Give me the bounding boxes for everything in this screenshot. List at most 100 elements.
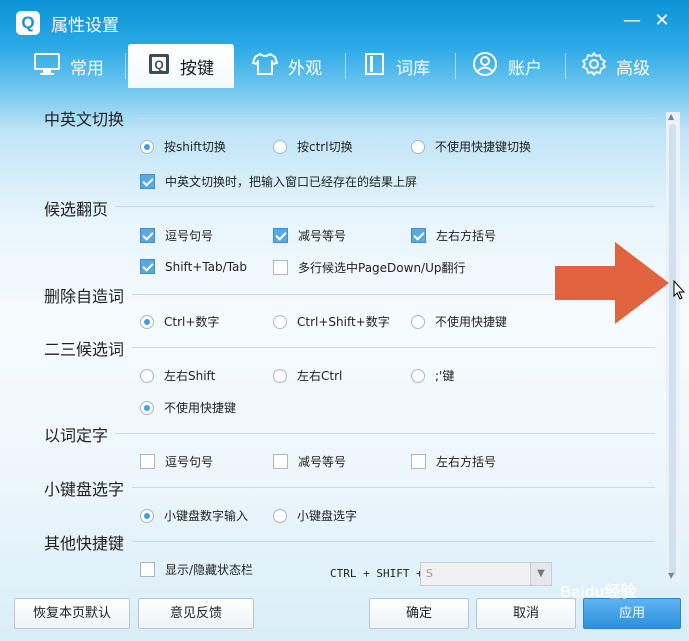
section-title-paging: 候选翻页 xyxy=(44,200,109,219)
section-title-switch: 中英文切换 xyxy=(44,110,125,129)
title-bar: Q 属性设置 — ✕ xyxy=(0,0,689,44)
tab-divider xyxy=(455,53,456,79)
settings-window: Q 属性设置 — ✕ 常用 Q 按键 外观 词库 账户 高级 中英文切换 按sh… xyxy=(0,0,689,641)
checkbox-indicator xyxy=(140,454,155,469)
tab-general[interactable]: 常用 xyxy=(34,44,124,88)
section-title-other: 其他快捷键 xyxy=(44,534,125,553)
checkbox-commit-on-switch[interactable]: 中英文切换时，把输入窗口已经存在的结果上屏 xyxy=(140,173,417,190)
checkbox-indicator xyxy=(411,454,426,469)
section-divider xyxy=(115,206,655,207)
section-divider xyxy=(140,118,655,119)
tab-label: 按键 xyxy=(180,58,214,79)
radio-keypad-select[interactable]: 小键盘选字 xyxy=(273,507,357,524)
app-logo-icon: Q xyxy=(16,11,40,35)
user-icon xyxy=(472,51,498,82)
tab-advanced[interactable]: 高级 xyxy=(582,44,672,88)
scrollbar-thumb[interactable] xyxy=(669,124,676,576)
keyboard-q-icon: Q xyxy=(148,53,170,80)
section-title-keypad: 小键盘选字 xyxy=(44,480,125,499)
checkbox-wordchar-comma[interactable]: 逗号句号 xyxy=(140,453,213,470)
radio-indicator xyxy=(140,139,154,154)
svg-text:Q: Q xyxy=(154,58,163,72)
mouse-cursor-icon xyxy=(673,279,686,304)
tab-divider xyxy=(565,53,566,79)
radio-indicator xyxy=(140,400,154,415)
vertical-scrollbar[interactable]: ▲ ▼ xyxy=(666,112,680,582)
gear-icon xyxy=(582,51,606,81)
radio-delete-none[interactable]: 不使用快捷键 xyxy=(411,313,507,330)
checkbox-indicator xyxy=(140,228,155,243)
tab-divider xyxy=(345,53,346,79)
checkbox-toggle-statusbar[interactable]: 显示/隐藏状态栏 xyxy=(140,561,253,578)
checkbox-paging-pagedown[interactable]: 多行候选中PageDown/Up翻行 xyxy=(273,259,466,276)
radio-indicator xyxy=(411,314,425,329)
tab-label: 常用 xyxy=(70,58,104,79)
tab-label: 高级 xyxy=(616,58,650,79)
book-icon xyxy=(364,52,386,81)
checkbox-indicator xyxy=(273,260,288,275)
checkbox-paging-minus[interactable]: 减号等号 xyxy=(273,227,346,244)
minimize-icon: — xyxy=(623,10,641,31)
apply-button[interactable]: 应用 xyxy=(583,598,681,629)
radio-keypad-number[interactable]: 小键盘数字输入 xyxy=(140,507,248,524)
shortcut-key-value: S xyxy=(426,567,433,580)
tab-appearance[interactable]: 外观 xyxy=(252,44,342,88)
close-icon: ✕ xyxy=(654,10,670,31)
radio-indicator xyxy=(273,368,287,383)
radio-switch-none[interactable]: 不使用快捷键切换 xyxy=(411,138,531,155)
restore-defaults-button[interactable]: 恢复本页默认 xyxy=(14,598,130,629)
section-divider xyxy=(132,487,655,488)
radio-switch-ctrl[interactable]: 按ctrl切换 xyxy=(273,138,353,155)
tab-label: 账户 xyxy=(508,58,542,79)
tshirt-icon xyxy=(252,52,278,81)
shortcut-prefix: CTRL + SHIFT + xyxy=(330,567,423,580)
checkbox-indicator xyxy=(140,562,155,577)
shortcut-key-select[interactable]: S ▼ xyxy=(420,562,552,586)
checkbox-wordchar-minus[interactable]: 减号等号 xyxy=(273,453,346,470)
checkbox-indicator xyxy=(140,174,155,189)
section-title-delete-word: 删除自造词 xyxy=(44,287,125,306)
cancel-button[interactable]: 取消 xyxy=(476,598,576,629)
section-divider xyxy=(132,347,655,348)
ok-button[interactable]: 确定 xyxy=(369,598,469,629)
radio-switch-shift[interactable]: 按shift切换 xyxy=(140,138,226,155)
radio-candidate-semicolon[interactable]: ;'键 xyxy=(411,367,454,384)
baidu-watermark: Baidu经验 xyxy=(560,584,637,601)
checkbox-indicator xyxy=(411,228,426,243)
checkbox-paging-brackets[interactable]: 左右方括号 xyxy=(411,227,496,244)
radio-candidate-shift[interactable]: 左右Shift xyxy=(140,367,215,384)
button-bar: 恢复本页默认 意见反馈 确定 取消 应用 xyxy=(0,596,689,641)
radio-delete-ctrl-num[interactable]: Ctrl+数字 xyxy=(140,313,219,330)
checkbox-paging-shift-tab[interactable]: Shift+Tab/Tab xyxy=(140,259,247,274)
checkbox-indicator xyxy=(273,454,288,469)
checkbox-wordchar-brackets[interactable]: 左右方括号 xyxy=(411,453,496,470)
radio-candidate-ctrl[interactable]: 左右Ctrl xyxy=(273,367,342,384)
annotation-arrow-icon xyxy=(553,240,671,330)
section-divider xyxy=(132,541,655,542)
checkbox-paging-comma[interactable]: 逗号句号 xyxy=(140,227,213,244)
radio-indicator xyxy=(140,368,154,383)
scroll-down-icon[interactable]: ▼ xyxy=(668,571,674,580)
radio-indicator xyxy=(140,508,154,523)
radio-indicator xyxy=(140,314,154,329)
radio-indicator xyxy=(273,314,287,329)
tab-bar: 常用 Q 按键 外观 词库 账户 高级 xyxy=(0,44,689,88)
tab-account[interactable]: 账户 xyxy=(472,44,562,88)
radio-indicator xyxy=(273,508,287,523)
radio-delete-ctrl-shift-num[interactable]: Ctrl+Shift+数字 xyxy=(273,313,390,330)
scroll-up-icon[interactable]: ▲ xyxy=(668,112,674,121)
minimize-button[interactable]: — xyxy=(620,8,644,34)
window-title: 属性设置 xyxy=(51,16,119,36)
chevron-down-icon: ▼ xyxy=(530,563,551,585)
radio-indicator xyxy=(411,368,425,383)
monitor-icon xyxy=(34,52,60,81)
tab-label: 词库 xyxy=(396,58,430,79)
close-button[interactable]: ✕ xyxy=(650,8,674,34)
section-title-second-third: 二三候选词 xyxy=(44,340,125,359)
tab-keys[interactable]: Q 按键 xyxy=(128,44,234,88)
radio-indicator xyxy=(411,139,425,154)
radio-indicator xyxy=(273,139,287,154)
feedback-button[interactable]: 意见反馈 xyxy=(138,598,254,629)
tab-lexicon[interactable]: 词库 xyxy=(364,44,454,88)
radio-candidate-none[interactable]: 不使用快捷键 xyxy=(140,399,236,416)
